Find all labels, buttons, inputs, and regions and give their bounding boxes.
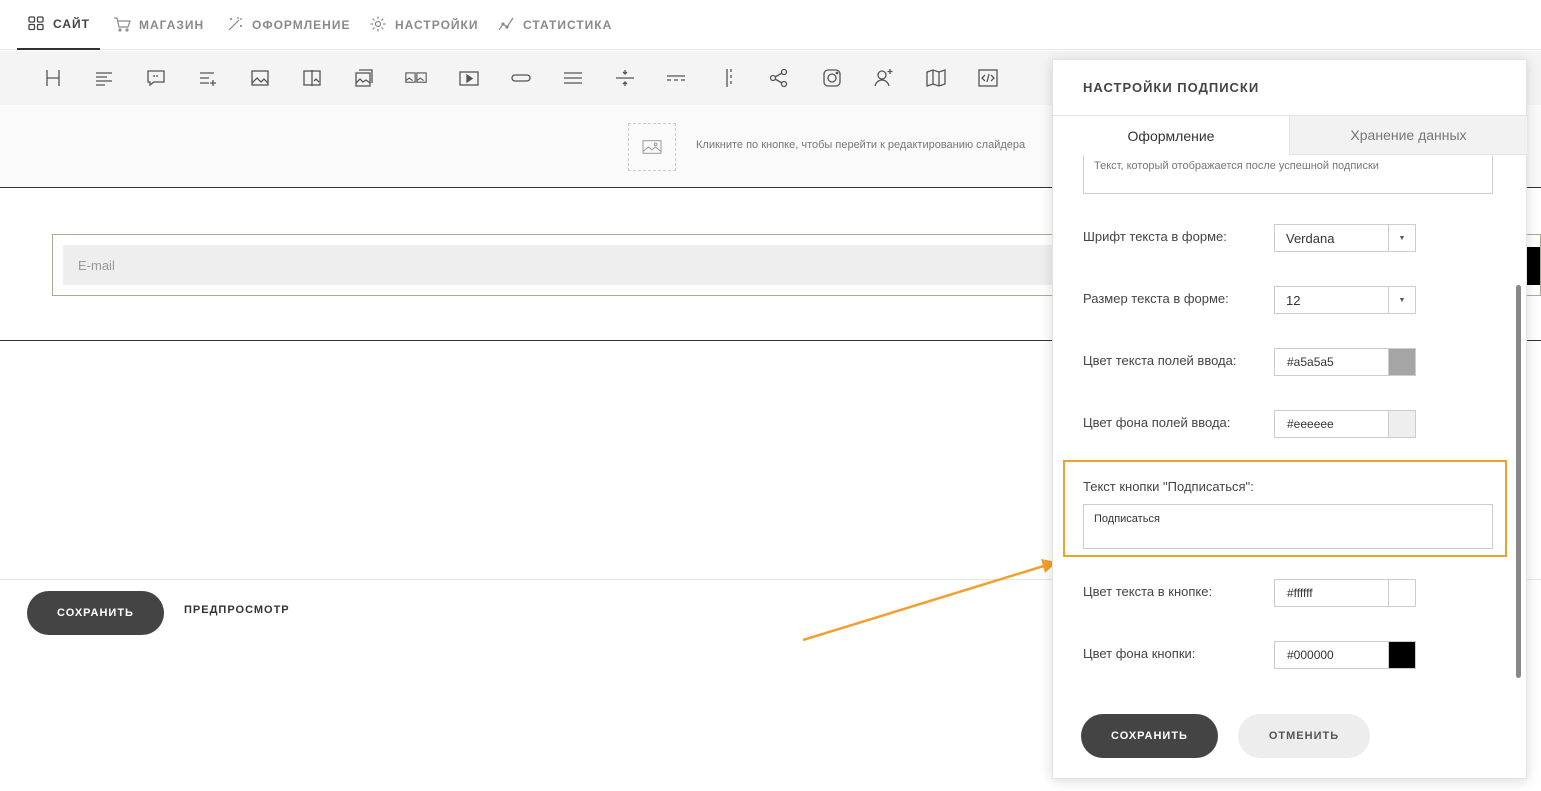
slider-hint: Кликните по кнопке, чтобы перейти к реда… xyxy=(696,139,1026,151)
input-text-color-value: #a5a5a5 xyxy=(1287,355,1334,369)
button-bg-color-label: Цвет фона кнопки: xyxy=(1083,646,1196,661)
button-text-label: Текст кнопки "Подписаться": xyxy=(1083,479,1254,494)
list-add-icon[interactable] xyxy=(195,65,221,91)
nav-item-shop[interactable]: МАГАЗИН xyxy=(113,0,204,50)
button-bg-color-value: #000000 xyxy=(1287,648,1334,662)
email-field[interactable]: E-mail xyxy=(63,245,1063,285)
input-bg-color-field[interactable]: #eeeeee xyxy=(1274,410,1416,438)
nav-item-label: СТАТИСТИКА xyxy=(523,18,613,32)
divider-thick-icon[interactable] xyxy=(560,65,586,91)
button-text-field[interactable]: Подписаться xyxy=(1083,504,1493,549)
map-icon[interactable] xyxy=(923,65,949,91)
font-select[interactable]: Verdana ▼ xyxy=(1274,224,1416,252)
image-icon[interactable] xyxy=(247,65,273,91)
tab-data-storage[interactable]: Хранение данных xyxy=(1290,115,1527,155)
success-message-field[interactable]: Текст, который отображается после успешн… xyxy=(1083,156,1493,194)
panel-title: НАСТРОЙКИ ПОДПИСКИ xyxy=(1083,80,1260,95)
gear-icon xyxy=(369,15,387,36)
scrollbar[interactable] xyxy=(1516,285,1521,678)
magic-wand-icon xyxy=(226,15,244,36)
color-swatch[interactable] xyxy=(1388,411,1415,437)
chevron-down-icon[interactable]: ▼ xyxy=(1388,287,1415,313)
input-bg-color-label: Цвет фона полей ввода: xyxy=(1083,415,1231,430)
color-swatch[interactable] xyxy=(1388,349,1415,375)
panel-scroll-area: Текст, который отображается после успешн… xyxy=(1053,156,1527,689)
color-swatch[interactable] xyxy=(1388,580,1415,606)
subscription-settings-panel: НАСТРОЙКИ ПОДПИСКИ Оформление Хранение д… xyxy=(1052,59,1527,779)
instagram-icon[interactable] xyxy=(819,65,845,91)
input-text-color-field[interactable]: #a5a5a5 xyxy=(1274,348,1416,376)
video-icon[interactable] xyxy=(456,65,482,91)
image-text-icon[interactable] xyxy=(299,65,325,91)
button-bg-color-field[interactable]: #000000 xyxy=(1274,641,1416,669)
nav-item-site[interactable]: САЙТ xyxy=(17,0,100,50)
panel-save-button[interactable]: СОХРАНИТЬ xyxy=(1081,714,1218,758)
nav-item-label: САЙТ xyxy=(53,17,90,31)
input-bg-color-value: #eeeeee xyxy=(1287,417,1334,431)
quote-icon[interactable] xyxy=(143,65,169,91)
subscribe-user-icon[interactable] xyxy=(871,65,897,91)
code-icon[interactable] xyxy=(975,65,1001,91)
preview-button[interactable]: ПРЕДПРОСМОТР xyxy=(184,604,290,616)
dashed-line-icon[interactable] xyxy=(663,65,689,91)
button-text-color-field[interactable]: #ffffff xyxy=(1274,579,1416,607)
save-button[interactable]: СОХРАНИТЬ xyxy=(27,591,164,635)
input-text-color-label: Цвет текста полей ввода: xyxy=(1083,353,1237,368)
nav-item-label: НАСТРОЙКИ xyxy=(395,18,479,32)
button-text-color-value: #ffffff xyxy=(1287,586,1313,600)
chevron-down-icon[interactable]: ▼ xyxy=(1388,225,1415,251)
color-swatch[interactable] xyxy=(1388,642,1415,668)
button-text-color-label: Цвет текста в кнопке: xyxy=(1083,584,1213,599)
chart-line-icon xyxy=(497,15,515,36)
nav-item-settings[interactable]: НАСТРОЙКИ xyxy=(369,0,478,50)
heading-icon[interactable] xyxy=(40,65,66,91)
share-icon[interactable] xyxy=(766,65,792,91)
font-size-label: Размер текста в форме: xyxy=(1083,291,1229,306)
nav-item-design[interactable]: ОФОРМЛЕНИЕ xyxy=(226,0,350,50)
button-icon[interactable] xyxy=(508,65,534,91)
nav-item-label: МАГАЗИН xyxy=(139,18,205,32)
font-value: Verdana xyxy=(1286,230,1335,246)
nav-item-statistics[interactable]: СТАТИСТИКА xyxy=(497,0,612,50)
tab-design[interactable]: Оформление xyxy=(1053,115,1290,155)
spacer-icon[interactable] xyxy=(612,65,638,91)
annotation-arrow xyxy=(802,559,1057,642)
vertical-divider-icon[interactable] xyxy=(716,65,742,91)
font-size-select[interactable]: 12 ▼ xyxy=(1274,286,1416,314)
gallery-icon[interactable] xyxy=(351,65,377,91)
nav-item-label: ОФОРМЛЕНИЕ xyxy=(252,18,351,32)
slider-icon[interactable] xyxy=(403,65,429,91)
grid-icon xyxy=(27,14,45,35)
slider-image-icon[interactable] xyxy=(628,123,676,171)
cart-icon xyxy=(113,15,131,36)
font-size-value: 12 xyxy=(1286,292,1301,308)
panel-cancel-button[interactable]: ОТМЕНИТЬ xyxy=(1238,714,1370,758)
font-label: Шрифт текста в форме: xyxy=(1083,229,1227,244)
text-icon[interactable] xyxy=(91,65,117,91)
top-navigation: САЙТ МАГАЗИН ОФОРМЛЕНИЕ НАСТРОЙКИ СТАТИС… xyxy=(0,0,1541,50)
